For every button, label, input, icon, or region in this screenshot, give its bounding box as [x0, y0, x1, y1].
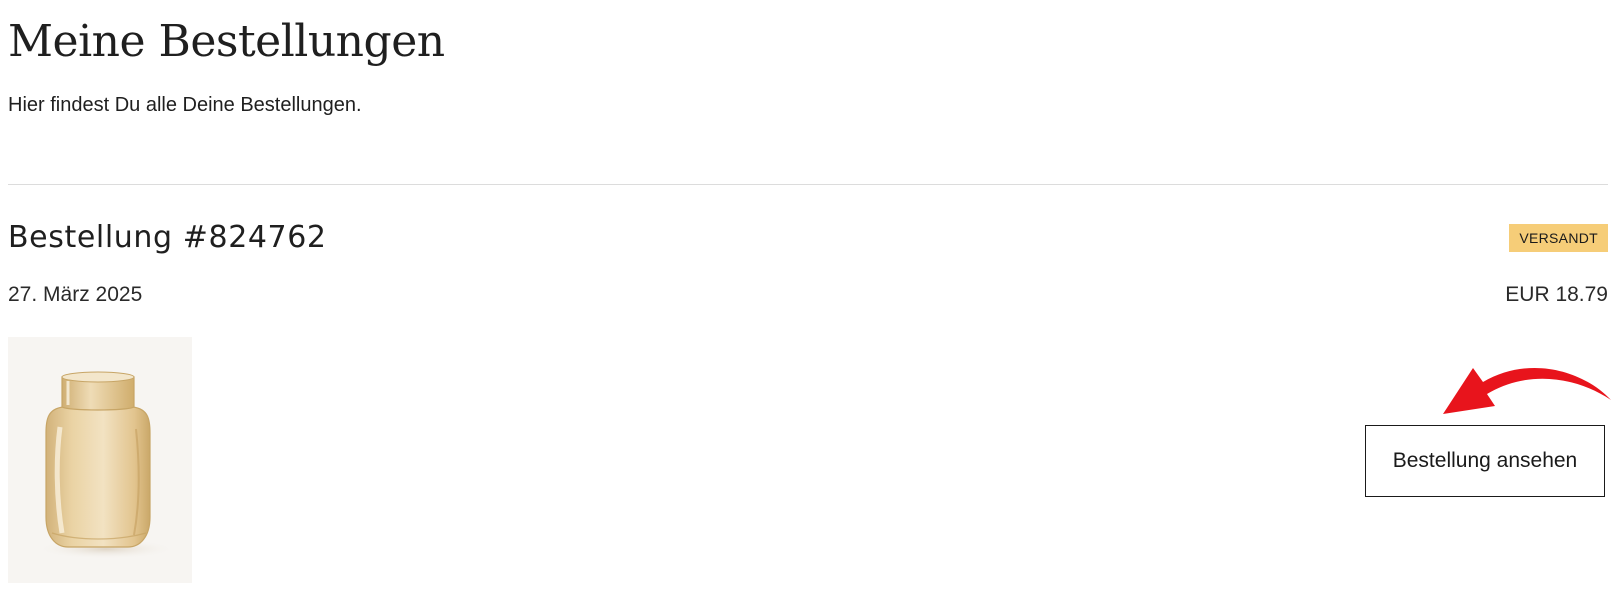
status-badge: VERSANDT — [1509, 224, 1608, 252]
view-order-button[interactable]: Bestellung ansehen — [1365, 425, 1605, 497]
page-subtitle: Hier findest Du alle Deine Bestellungen. — [8, 94, 362, 116]
order-date: 27. März 2025 — [8, 283, 143, 306]
order-total: EUR 18.79 — [1505, 283, 1608, 306]
glass-vase-icon — [8, 337, 192, 583]
curved-arrow-icon — [1443, 367, 1611, 414]
divider — [8, 184, 1608, 185]
product-thumbnail[interactable] — [8, 337, 192, 583]
order-number: Bestellung #824762 — [8, 220, 327, 255]
page-title: Meine Bestellungen — [8, 16, 445, 67]
